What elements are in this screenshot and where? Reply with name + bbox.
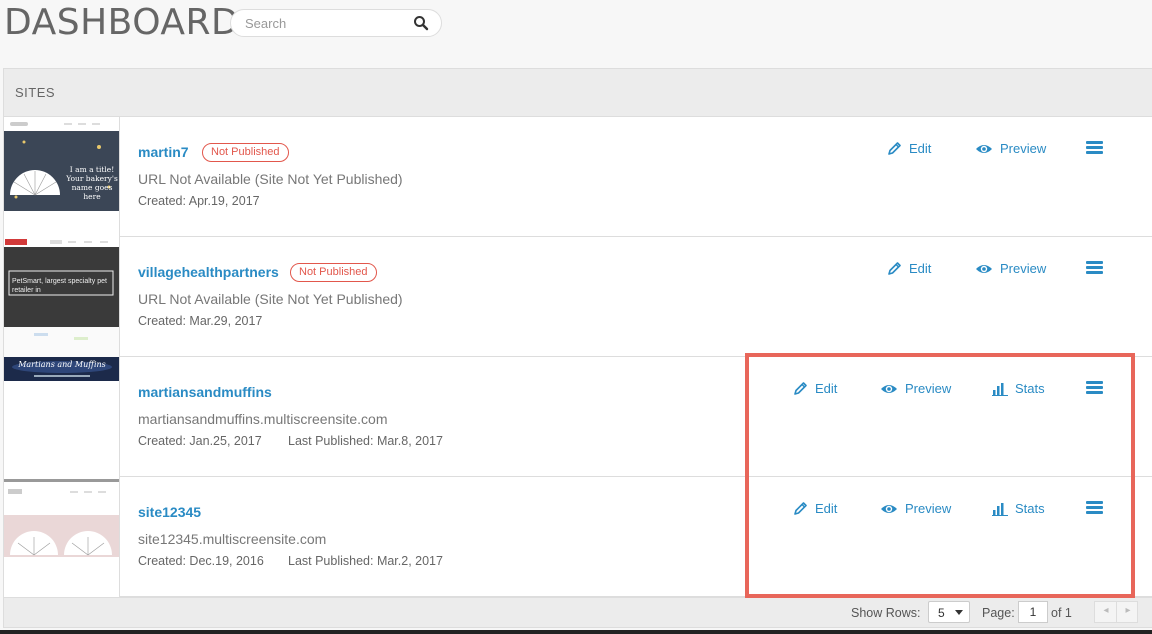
page-total-label: of 1	[1051, 606, 1072, 620]
sites-panel: SITES I am a title! Your bakery's name g…	[3, 68, 1152, 628]
stats-label: Stats	[1015, 501, 1045, 516]
site-thumbnail[interactable]: PetSmart, largest specialty pet retailer…	[4, 237, 120, 357]
stats-label: Stats	[1015, 381, 1045, 396]
status-badge: Not Published	[202, 143, 289, 162]
eye-icon	[976, 144, 992, 153]
rows-per-page-value: 5	[938, 606, 945, 620]
edit-label: Edit	[815, 381, 838, 396]
site-url: martiansandmuffins.multiscreensite.com	[138, 411, 388, 427]
site-name-link[interactable]: martin7	[138, 144, 189, 160]
created-date: Created: Jan.25, 2017	[138, 434, 262, 448]
caret-down-icon	[955, 610, 963, 615]
stats-button[interactable]: Stats	[992, 381, 1045, 396]
sites-panel-header: SITES	[4, 69, 1152, 117]
search-icon[interactable]	[413, 15, 429, 31]
bar-chart-icon	[992, 502, 1008, 516]
eye-icon	[881, 384, 897, 393]
edit-button[interactable]: Edit	[887, 141, 931, 156]
edit-button[interactable]: Edit	[887, 261, 931, 276]
preview-label: Preview	[1000, 261, 1047, 276]
site-row-martiansandmuffins: Martians and Muffins martiansandmuffins …	[4, 357, 1152, 477]
preview-label: Preview	[905, 501, 952, 516]
search-input[interactable]	[245, 15, 405, 32]
hamburger-menu-icon[interactable]	[1086, 261, 1104, 275]
preview-button[interactable]: Preview	[975, 261, 1046, 276]
site-url: URL Not Available (Site Not Yet Publishe…	[138, 171, 403, 187]
page-title: DASHBOARD	[4, 2, 240, 43]
last-published-date: Last Published: Mar.8, 2017	[288, 434, 443, 448]
thumbnail-caption: I am a title! Your bakery's name goes he…	[66, 165, 118, 201]
pagination-bar: Show Rows: 5 Page: 1 of 1 ◂ ▸	[4, 597, 1152, 627]
preview-label: Preview	[905, 381, 952, 396]
created-date: Created: Apr.19, 2017	[138, 194, 260, 208]
last-published-date: Last Published: Mar.2, 2017	[288, 554, 443, 568]
pencil-icon	[888, 262, 901, 275]
window-bottom-edge	[0, 630, 1152, 634]
page-number-input[interactable]: 1	[1018, 601, 1048, 623]
thumbnail-caption: PetSmart, largest specialty pet retailer…	[12, 278, 107, 294]
eye-icon	[881, 504, 897, 513]
edit-label: Edit	[909, 261, 932, 276]
status-badge: Not Published	[290, 263, 377, 282]
preview-label: Preview	[1000, 141, 1047, 156]
pencil-icon	[794, 502, 807, 515]
thumbnail-caption: Martians and Muffins	[18, 360, 106, 369]
show-rows-label: Show Rows:	[851, 606, 921, 620]
site-name-link[interactable]: martiansandmuffins	[138, 384, 272, 400]
site-thumbnail[interactable]: Martians and Muffins	[4, 357, 120, 477]
search-box[interactable]	[230, 9, 442, 37]
edit-label: Edit	[909, 141, 932, 156]
bar-chart-icon	[992, 382, 1008, 396]
site-row-villagehealthpartners: PetSmart, largest specialty pet retailer…	[4, 237, 1152, 357]
preview-button[interactable]: Preview	[880, 501, 951, 516]
pencil-icon	[794, 382, 807, 395]
preview-button[interactable]: Preview	[975, 141, 1046, 156]
hamburger-menu-icon[interactable]	[1086, 501, 1104, 515]
next-page-button[interactable]: ▸	[1117, 605, 1139, 616]
prev-page-button[interactable]: ◂	[1095, 605, 1117, 616]
page-label: Page:	[982, 606, 1015, 620]
pencil-icon	[888, 142, 901, 155]
rows-per-page-select[interactable]: 5	[928, 601, 970, 623]
preview-button[interactable]: Preview	[880, 381, 951, 396]
site-name-link[interactable]: villagehealthpartners	[138, 264, 279, 280]
edit-button[interactable]: Edit	[793, 381, 837, 396]
eye-icon	[976, 264, 992, 273]
stats-button[interactable]: Stats	[992, 501, 1045, 516]
site-url: URL Not Available (Site Not Yet Publishe…	[138, 291, 403, 307]
site-thumbnail[interactable]	[4, 477, 120, 597]
edit-button[interactable]: Edit	[793, 501, 837, 516]
top-bar: DASHBOARD	[0, 0, 1152, 68]
sites-panel-title: SITES	[15, 85, 56, 100]
site-thumbnail[interactable]: I am a title! Your bakery's name goes he…	[4, 117, 120, 237]
site-url: site12345.multiscreensite.com	[138, 531, 327, 547]
hamburger-menu-icon[interactable]	[1086, 381, 1104, 395]
pager-controls: ◂ ▸	[1094, 601, 1138, 623]
site-name-link[interactable]: site12345	[138, 504, 201, 520]
site-row-site12345: site12345 site12345.multiscreensite.com …	[4, 477, 1152, 597]
created-date: Created: Mar.29, 2017	[138, 314, 263, 328]
created-date: Created: Dec.19, 2016	[138, 554, 264, 568]
hamburger-menu-icon[interactable]	[1086, 141, 1104, 155]
site-row-martin7: I am a title! Your bakery's name goes he…	[4, 117, 1152, 237]
edit-label: Edit	[815, 501, 838, 516]
